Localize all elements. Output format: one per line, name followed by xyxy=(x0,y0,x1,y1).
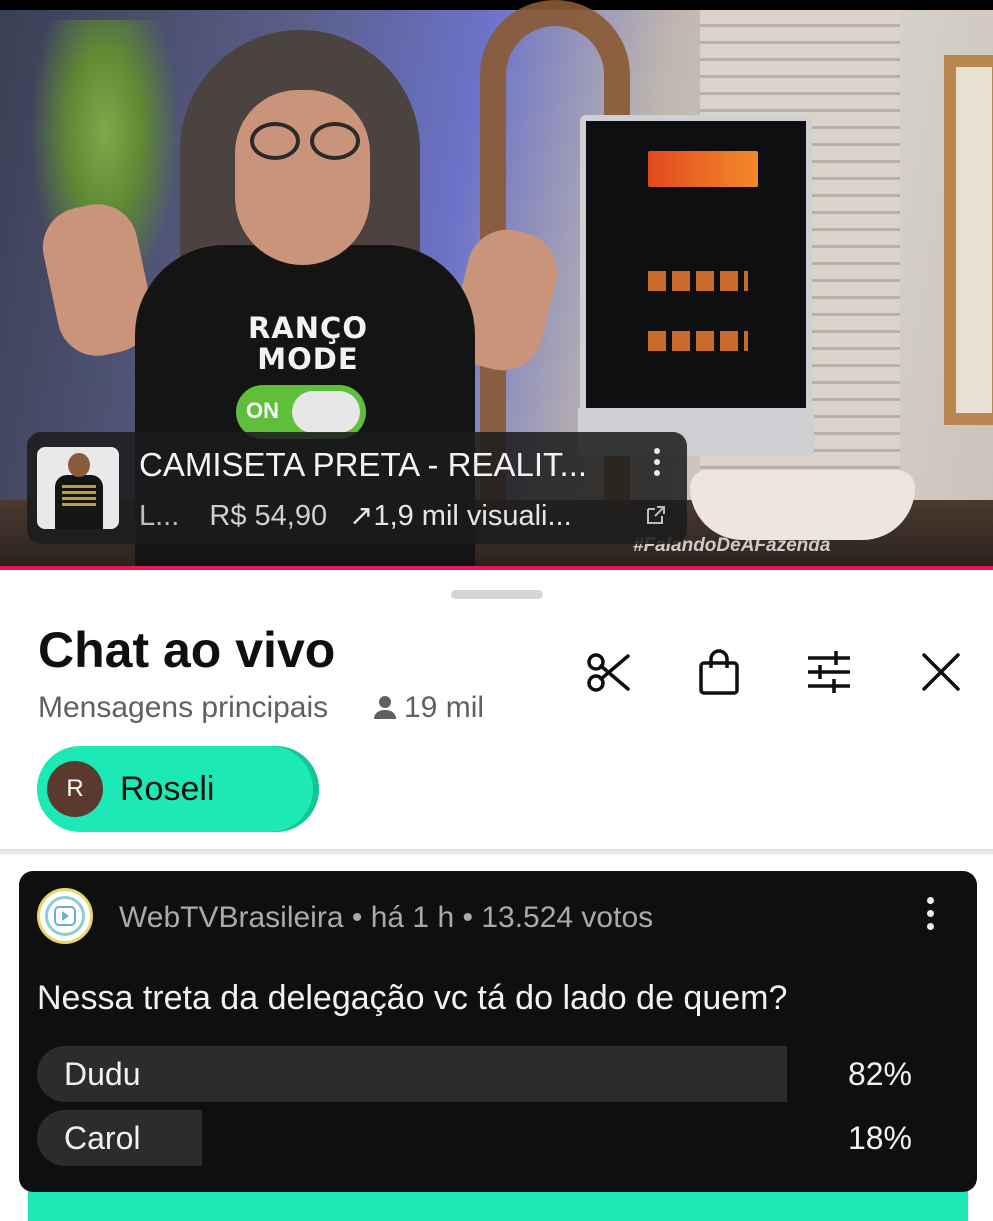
chat-mode-selector[interactable]: Mensagens principais xyxy=(38,691,328,725)
pinned-chat-chip[interactable]: R Roseli xyxy=(37,746,319,832)
product-card[interactable]: CAMISETA PRETA - REALIT... L... R$ 54,90… xyxy=(27,432,687,544)
scissors-icon[interactable] xyxy=(584,647,634,697)
poll-option[interactable]: Dudu 82% xyxy=(37,1046,952,1102)
product-meta: L... R$ 54,90 ↗1,9 mil visuali... xyxy=(139,498,659,533)
pinned-chat-name: Roseli xyxy=(120,770,215,808)
drag-handle[interactable] xyxy=(451,590,543,599)
kebab-vertical-icon[interactable] xyxy=(647,448,667,482)
panel-title: Chat ao vivo xyxy=(38,622,336,678)
shopping-bag-icon[interactable] xyxy=(694,647,744,697)
person-icon xyxy=(374,696,396,719)
shirt-print-toggle: ON xyxy=(236,385,366,439)
product-title: CAMISETA PRETA - REALIT... xyxy=(139,446,588,483)
video-player[interactable]: RANÇO MODE ON #FalandoDeAFazenda CAMISET… xyxy=(0,0,993,570)
poll-channel: WebTVBrasileira xyxy=(119,901,344,934)
viewer-count: 19 mil xyxy=(372,691,484,725)
shirt-print-text: RANÇO MODE xyxy=(248,311,368,376)
channel-avatar xyxy=(37,888,93,944)
poll-option-bar xyxy=(37,1046,788,1102)
poll-votes: 13.524 votos xyxy=(481,901,654,934)
product-price: R$ 54,90 xyxy=(209,500,328,532)
poll-meta: WebTVBrasileira • há 1 h • 13.524 votos xyxy=(119,901,654,934)
sliders-icon[interactable] xyxy=(804,647,854,697)
poll-option-percent: 82% xyxy=(847,1056,912,1092)
live-chat-panel: Chat ao vivo Mensagens principais 19 mil… xyxy=(0,571,993,1221)
product-store: L... xyxy=(139,500,180,532)
background-picture-frame xyxy=(944,55,993,425)
background-bowl xyxy=(690,470,915,540)
close-icon[interactable] xyxy=(916,647,966,697)
poll-time: há 1 h xyxy=(370,901,455,934)
poll-option-label: Carol xyxy=(64,1120,141,1156)
video-progress-bar[interactable] xyxy=(0,566,993,570)
product-views: ↗1,9 mil visuali... xyxy=(349,500,572,532)
poll-card: WebTVBrasileira • há 1 h • 13.524 votos … xyxy=(19,871,977,1192)
avatar: R xyxy=(47,761,103,817)
background-monitor xyxy=(580,115,812,415)
product-thumbnail xyxy=(37,447,119,529)
video-top-bar xyxy=(0,0,993,10)
open-external-icon[interactable] xyxy=(645,504,667,526)
poll-option-percent: 18% xyxy=(847,1120,912,1156)
poll-question: Nessa treta da delegação vc tá do lado d… xyxy=(37,979,788,1017)
kebab-vertical-icon[interactable] xyxy=(923,897,937,937)
poll-option[interactable]: Carol 18% xyxy=(37,1110,952,1166)
poll-option-label: Dudu xyxy=(64,1056,141,1092)
section-divider xyxy=(0,849,993,855)
play-icon xyxy=(54,906,76,926)
